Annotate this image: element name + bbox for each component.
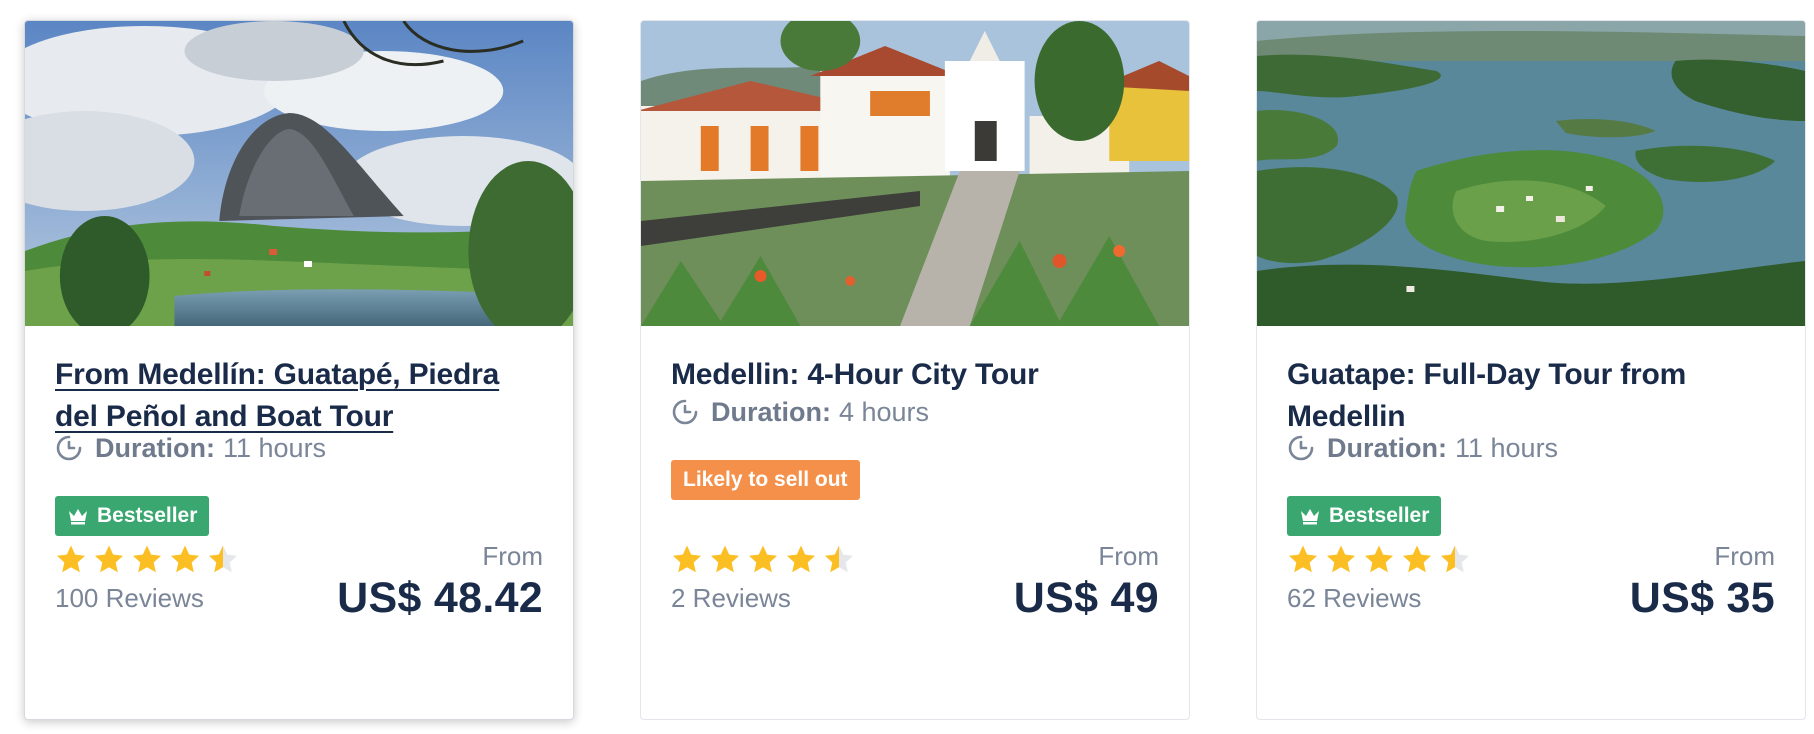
tour-photo-city-plaza[interactable] [641, 21, 1189, 326]
star-icon [711, 545, 739, 573]
price-value: US$ 35 [1629, 574, 1775, 622]
duration-value: 11 hours [222, 432, 327, 463]
tour-photo-guatape-rock[interactable] [25, 21, 573, 326]
star-icon [1441, 545, 1469, 573]
likely-to-sell-out-badge: Likely to sell out [671, 460, 860, 500]
star-rating [1287, 544, 1471, 575]
star-icon [1403, 545, 1431, 573]
price-value: US$ 48.42 [337, 574, 543, 622]
price-from-label: From [1098, 541, 1159, 571]
tour-title-link[interactable]: Medellin: 4-Hour City Tour [671, 354, 1159, 396]
badge-label: Likely to sell out [683, 468, 848, 491]
star-icon [133, 545, 161, 573]
tour-card[interactable]: From Medellín: Guatapé, Piedra del Peñol… [24, 20, 574, 720]
star-rating [55, 544, 239, 575]
duration-info: Duration: 11 hours [55, 431, 326, 465]
badge-label: Bestseller [1329, 504, 1430, 527]
star-icon [95, 545, 123, 573]
reviews-count[interactable]: 100 Reviews [55, 583, 204, 614]
tour-card[interactable]: Guatape: Full-Day Tour from Medellin Dur… [1256, 20, 1806, 720]
star-icon [673, 545, 701, 573]
duration-label: Duration: [95, 432, 215, 463]
star-icon [171, 545, 199, 573]
duration-info: Duration: 11 hours [1287, 431, 1558, 465]
price-from-label: From [1714, 541, 1775, 571]
duration-value: 4 hours [838, 396, 930, 427]
clock-icon [672, 399, 698, 425]
tour-title-link[interactable]: Guatape: Full-Day Tour from Medellin [1287, 354, 1775, 438]
bestseller-badge: Bestseller [55, 496, 210, 536]
star-icon [749, 545, 777, 573]
tour-title-link[interactable]: From Medellín: Guatapé, Piedra del Peñol… [55, 354, 543, 438]
duration-info: Duration: 4 hours [671, 395, 929, 429]
reviews-count[interactable]: 62 Reviews [1287, 583, 1421, 614]
tour-card-row: From Medellín: Guatapé, Piedra del Peñol… [0, 0, 1814, 734]
duration-label: Duration: [711, 396, 831, 427]
tour-card[interactable]: Medellin: 4-Hour City Tour Duration: 4 h… [640, 20, 1190, 720]
reviews-count[interactable]: 2 Reviews [671, 583, 791, 614]
duration-label: Duration: [1327, 432, 1447, 463]
clock-icon [1288, 435, 1314, 461]
bestseller-badge: Bestseller [1287, 496, 1442, 536]
star-icon [1289, 545, 1317, 573]
clock-icon [56, 435, 82, 461]
price-value: US$ 49 [1013, 574, 1159, 622]
star-icon [825, 545, 853, 573]
star-icon [209, 545, 237, 573]
duration-value: 11 hours [1454, 432, 1559, 463]
tour-photo-guatape-lake[interactable] [1257, 21, 1805, 326]
star-icon [787, 545, 815, 573]
star-icon [1327, 545, 1355, 573]
star-icon [57, 545, 85, 573]
crown-icon [1301, 509, 1319, 525]
star-rating [671, 544, 855, 575]
badge-label: Bestseller [97, 504, 198, 527]
star-icon [1365, 545, 1393, 573]
price-from-label: From [482, 541, 543, 571]
crown-icon [69, 509, 87, 525]
